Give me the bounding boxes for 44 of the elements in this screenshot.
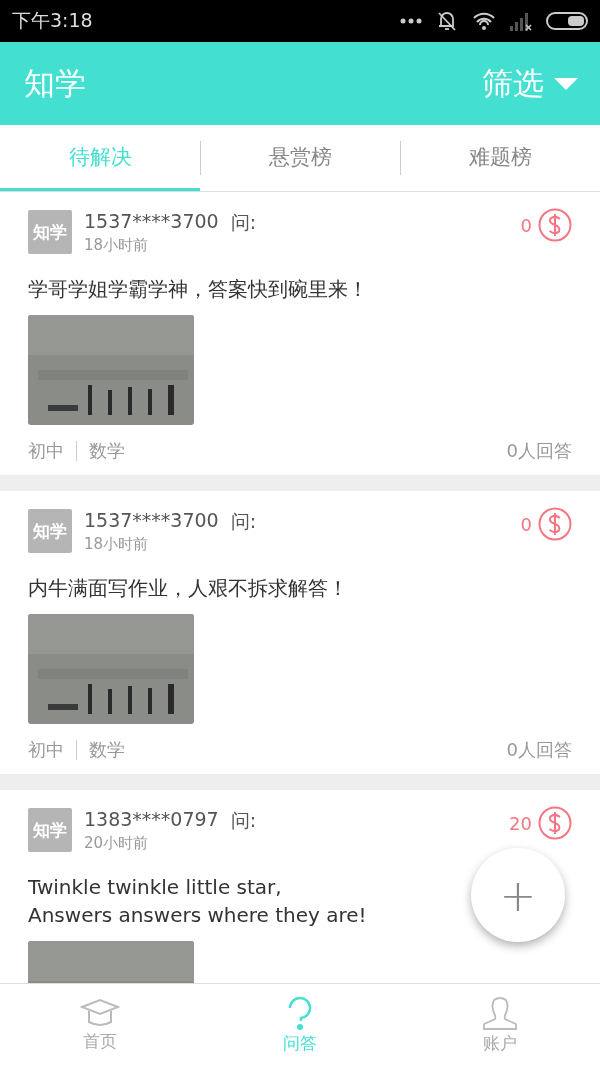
answer-count: 0人回答 bbox=[506, 439, 572, 463]
question-card[interactable]: 知学 1537****3700 问: 18小时前 0 内牛满面写作业，人艰不拆求解答！ 初中 数学 0人回答 bbox=[0, 491, 600, 774]
status-time: 下午3:18 bbox=[12, 8, 93, 33]
subject-tag: 数学 bbox=[89, 738, 125, 762]
app-title: 知学 bbox=[24, 63, 86, 103]
avatar: 知学 bbox=[28, 210, 72, 254]
reward-amount: 0 bbox=[520, 214, 532, 236]
nav-tab[interactable]: 账户 bbox=[400, 984, 600, 1067]
reward-amount: 0 bbox=[520, 513, 532, 535]
answer-count: 0人回答 bbox=[506, 738, 572, 762]
post-time: 20小时前 bbox=[84, 834, 150, 853]
battery-icon bbox=[546, 11, 590, 31]
ask-label: 问: bbox=[230, 509, 257, 534]
graduation-cap-icon bbox=[80, 998, 120, 1028]
more-dots-icon bbox=[400, 18, 422, 24]
reward-amount: 20 bbox=[509, 812, 532, 834]
user-id: 1537****3700 bbox=[84, 210, 219, 234]
dollar-coin-icon bbox=[538, 208, 572, 242]
wifi-icon bbox=[472, 11, 496, 31]
tab[interactable]: 难题榜 bbox=[400, 125, 600, 191]
signal-icon bbox=[510, 11, 532, 31]
tab[interactable]: 悬赏榜 bbox=[200, 125, 400, 191]
avatar: 知学 bbox=[28, 509, 72, 553]
user-icon bbox=[481, 996, 519, 1030]
question-text: 学哥学姐学霸学神，答案快到碗里来！ bbox=[28, 276, 368, 303]
post-time: 18小时前 bbox=[84, 535, 150, 554]
question-text: Twinkle twinkle little star, Answers answers where they are! bbox=[28, 874, 367, 929]
user-id: 1537****3700 bbox=[84, 509, 219, 533]
avatar: 知学 bbox=[28, 808, 72, 852]
nav-tab[interactable]: 首页 bbox=[0, 984, 200, 1067]
grade-tag: 初中 bbox=[28, 738, 64, 762]
dropdown-triangle-icon bbox=[554, 77, 578, 90]
dollar-coin-icon bbox=[538, 507, 572, 541]
muted-bell-icon bbox=[436, 10, 458, 32]
dollar-coin-icon bbox=[538, 806, 572, 840]
grade-tag: 初中 bbox=[28, 439, 64, 463]
question-text: 内牛满面写作业，人艰不拆求解答！ bbox=[28, 575, 348, 602]
subject-tag: 数学 bbox=[89, 439, 125, 463]
question-mark-icon bbox=[287, 996, 313, 1030]
question-card[interactable]: 知学 1537****3700 问: 18小时前 0 学哥学姐学霸学神，答案快到碗里来！ 初中 数学 0人回答 bbox=[0, 192, 600, 475]
user-id: 1383****0797 bbox=[84, 808, 219, 832]
ask-label: 问: bbox=[230, 210, 257, 235]
post-time: 18小时前 bbox=[84, 236, 150, 255]
ask-label: 问: bbox=[230, 808, 257, 833]
